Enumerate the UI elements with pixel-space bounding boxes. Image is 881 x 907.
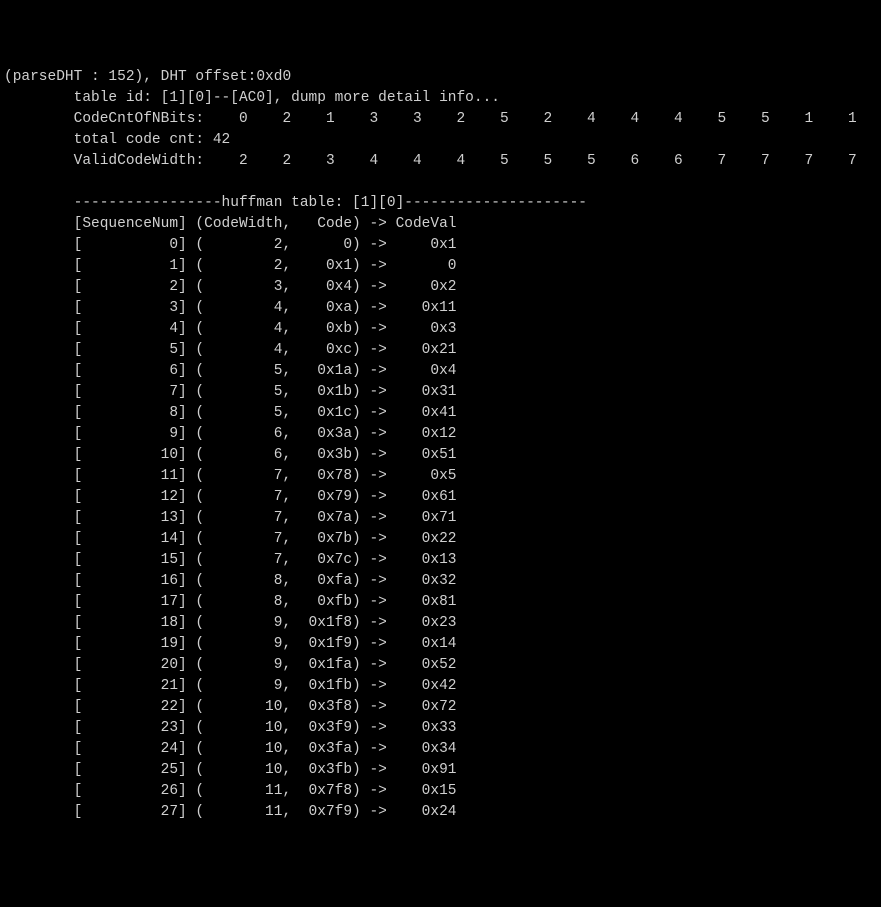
terminal-output: (parseDHT : 152), DHT offset:0xd0 table … xyxy=(4,67,881,823)
